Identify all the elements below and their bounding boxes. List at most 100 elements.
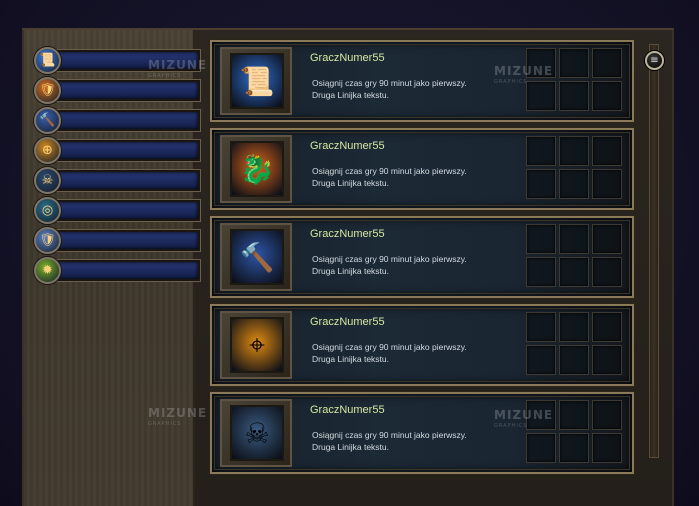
reward-slots: [526, 312, 626, 378]
sidebar-bar: [47, 199, 201, 222]
achievement-title: GraczNumer55: [310, 404, 385, 416]
sidebar-bar: [47, 169, 201, 192]
sidebar-bar: [47, 109, 201, 132]
achievement-description: Osiągnij czas gry 90 minut jako pierwszy…: [312, 253, 467, 277]
sidebar-item-2[interactable]: 🔨: [34, 107, 201, 134]
hammer-icon: 🔨: [230, 229, 284, 285]
achievement-title: GraczNumer55: [310, 316, 385, 328]
achievement-row[interactable]: 🔨 GraczNumer55 Osiągnij czas gry 90 minu…: [209, 215, 635, 299]
watermark-text: MIZUNE: [148, 58, 208, 72]
reward-slot[interactable]: [559, 48, 589, 78]
swirl-icon: ◎: [34, 197, 61, 224]
reward-slot[interactable]: [592, 81, 622, 111]
scroll-icon: 📜: [230, 53, 284, 109]
achievement-description: Osiągnij czas gry 90 minut jako pierwszy…: [312, 165, 467, 189]
achievement-description: Osiągnij czas gry 90 minut jako pierwszy…: [312, 429, 467, 453]
description-line-1: Osiągnij czas gry 90 minut jako pierwszy…: [312, 78, 467, 88]
description-line-2: Druga Linijka tekstu.: [312, 90, 390, 100]
description-line-2: Druga Linijka tekstu.: [312, 442, 390, 452]
watermark-text: MIZUNE: [494, 408, 554, 422]
achievement-title: GraczNumer55: [310, 140, 385, 152]
reward-slot[interactable]: [592, 169, 622, 199]
category-sidebar: 📜 🛡 🔨 ⊕ ☠ ◎ 🛡 ✹: [24, 30, 201, 506]
achievement-list: 📜 GraczNumer55 Osiągnij czas gry 90 minu…: [205, 36, 645, 506]
reward-slot[interactable]: [592, 257, 622, 287]
reward-slot[interactable]: [559, 433, 589, 463]
scrollbar-track[interactable]: [649, 44, 659, 458]
reward-slot[interactable]: [559, 345, 589, 375]
description-line-2: Druga Linijka tekstu.: [312, 178, 390, 188]
watermark-text: MIZUNE: [148, 406, 208, 420]
achievement-row[interactable]: ⌖ GraczNumer55 Osiągnij czas gry 90 minu…: [209, 303, 635, 387]
skull-icon: ☠: [34, 167, 61, 194]
sidebar-bar: [47, 139, 201, 162]
achievement-description: Osiągnij czas gry 90 minut jako pierwszy…: [312, 77, 467, 101]
reward-slot[interactable]: [592, 48, 622, 78]
crosshair-icon: ⊕: [34, 137, 61, 164]
reward-slot[interactable]: [559, 257, 589, 287]
reward-slot[interactable]: [592, 312, 622, 342]
watermark: MIZUNE GRAPHICS: [148, 406, 208, 430]
reward-slots: [526, 224, 626, 290]
reward-slot[interactable]: [526, 257, 556, 287]
reward-slot[interactable]: [526, 136, 556, 166]
achievement-row[interactable]: ☠ GraczNumer55 Osiągnij czas gry 90 minu…: [209, 391, 635, 475]
achievement-icon-frame: 🔨: [220, 223, 292, 291]
menu-icon[interactable]: ≡: [645, 51, 664, 70]
sidebar-item-4[interactable]: ☠: [34, 167, 201, 194]
reward-slot[interactable]: [559, 312, 589, 342]
achievement-icon-frame: 🐉: [220, 135, 292, 203]
achievement-row[interactable]: 🐉 GraczNumer55 Osiągnij czas gry 90 minu…: [209, 127, 635, 211]
reward-slot[interactable]: [559, 169, 589, 199]
description-line-1: Osiągnij czas gry 90 minut jako pierwszy…: [312, 342, 467, 352]
reward-slot[interactable]: [526, 345, 556, 375]
sidebar-bar: [47, 79, 201, 102]
reward-slot[interactable]: [559, 136, 589, 166]
scroll-icon: 📜: [34, 47, 61, 74]
reward-slot[interactable]: [526, 433, 556, 463]
reward-slot[interactable]: [592, 136, 622, 166]
reward-slot[interactable]: [526, 312, 556, 342]
reward-slot[interactable]: [559, 400, 589, 430]
watermark-text: MIZUNE: [494, 64, 554, 78]
description-line-1: Osiągnij czas gry 90 minut jako pierwszy…: [312, 254, 467, 264]
watermark: MIZUNE GRAPHICS: [148, 58, 208, 82]
reward-slots: [526, 136, 626, 202]
achievement-description: Osiągnij czas gry 90 minut jako pierwszy…: [312, 341, 467, 365]
sidebar-item-3[interactable]: ⊕: [34, 137, 201, 164]
description-line-1: Osiągnij czas gry 90 minut jako pierwszy…: [312, 166, 467, 176]
achievement-title: GraczNumer55: [310, 52, 385, 64]
description-line-2: Druga Linijka tekstu.: [312, 266, 390, 276]
sidebar-bar: [47, 259, 201, 282]
sidebar-item-7[interactable]: ✹: [34, 257, 201, 284]
reward-slot[interactable]: [592, 345, 622, 375]
achievement-icon-frame: 📜: [220, 47, 292, 115]
watermark: MIZUNE GRAPHICS: [494, 408, 554, 432]
achievement-icon-frame: ⌖: [220, 311, 292, 379]
reward-slot[interactable]: [559, 224, 589, 254]
gem-icon: ✹: [34, 257, 61, 284]
dragon-shield-icon: 🐉: [230, 141, 284, 197]
sidebar-item-5[interactable]: ◎: [34, 197, 201, 224]
achievement-icon-frame: ☠: [220, 399, 292, 467]
watermark: MIZUNE GRAPHICS: [494, 64, 554, 88]
reward-slot[interactable]: [559, 81, 589, 111]
hammer-icon: 🔨: [34, 107, 61, 134]
achievement-title: GraczNumer55: [310, 228, 385, 240]
crosshair-icon: ⌖: [230, 317, 284, 373]
reward-slot[interactable]: [526, 169, 556, 199]
reward-slot[interactable]: [592, 224, 622, 254]
sidebar-item-6[interactable]: 🛡: [34, 227, 201, 254]
watermark-sub: GRAPHICS: [148, 73, 182, 79]
wolf-shield-icon: 🛡: [34, 227, 61, 254]
shield-icon: 🛡: [34, 77, 61, 104]
achievement-row[interactable]: 📜 GraczNumer55 Osiągnij czas gry 90 minu…: [209, 39, 635, 123]
reward-slot[interactable]: [592, 400, 622, 430]
watermark-sub: GRAPHICS: [494, 423, 528, 429]
watermark-sub: GRAPHICS: [494, 79, 528, 85]
skull-icon: ☠: [230, 405, 284, 461]
description-line-2: Druga Linijka tekstu.: [312, 354, 390, 364]
reward-slot[interactable]: [526, 224, 556, 254]
sidebar-bar: [47, 229, 201, 252]
reward-slot[interactable]: [592, 433, 622, 463]
